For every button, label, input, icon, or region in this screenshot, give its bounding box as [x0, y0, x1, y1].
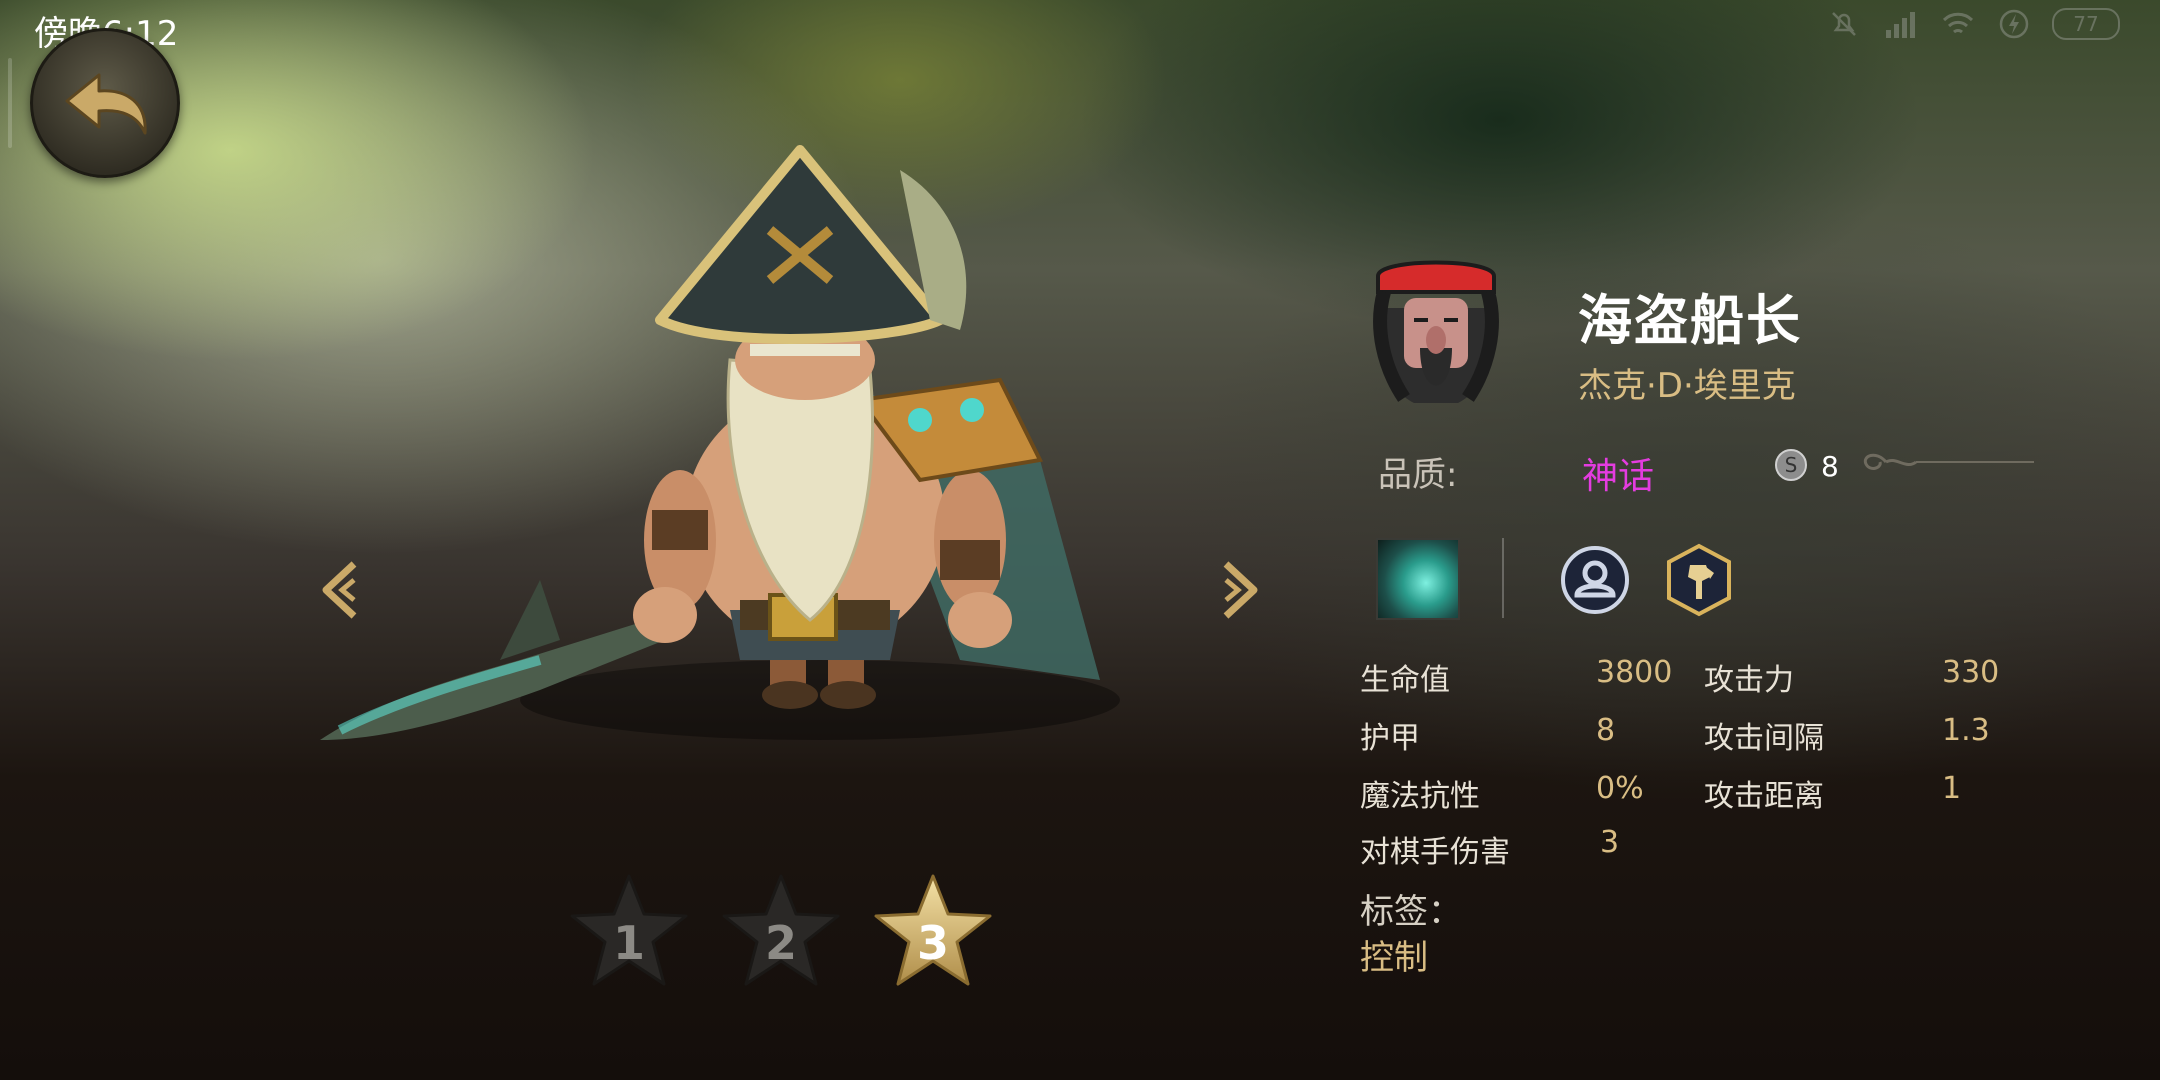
attack-range-label: 攻击距离 [1704, 779, 1824, 814]
quality-label: 品质: [1378, 455, 1458, 495]
back-arrow-icon [65, 73, 147, 135]
star-level-2-label: 2 [764, 916, 797, 970]
prev-hero-arrow[interactable] [318, 560, 362, 624]
attack-interval-value: 1.3 [1942, 713, 1990, 748]
wifi-icon [1942, 12, 1974, 34]
attack-range-value: 1 [1942, 771, 1962, 806]
status-icons: 77 [1828, 8, 2120, 40]
attack-value: 330 [1942, 655, 2000, 690]
signal-icon [1886, 12, 1915, 38]
chevron-right-icon [1223, 561, 1258, 619]
cost-value: 8 [1821, 450, 1839, 483]
ornament-divider-icon [1863, 453, 2034, 470]
mute-icon [1832, 12, 1856, 36]
warrior-trait-icon[interactable] [1666, 543, 1732, 617]
hero-subtitle: 杰克·D·埃里克 [1578, 366, 1796, 406]
icon-divider [1502, 538, 1504, 618]
battery-level: 77 [2073, 12, 2099, 36]
charging-icon [1999, 9, 2029, 39]
chevron-left-icon [322, 561, 357, 619]
hero-name: 海盗船长 [1578, 289, 1802, 352]
star-level-1-button[interactable]: 1 [568, 872, 690, 990]
coin-icon: S [1775, 449, 1807, 481]
magic-resist-label: 魔法抗性 [1360, 779, 1480, 814]
back-button[interactable] [30, 28, 180, 178]
player-damage-value: 3 [1600, 825, 1620, 860]
hero-model-image [320, 145, 1120, 740]
edge-handle [8, 58, 12, 148]
star-level-3-label: 3 [916, 916, 949, 970]
hp-value: 3800 [1596, 655, 1673, 690]
hp-label: 生命值 [1360, 663, 1450, 698]
tags-label: 标签： [1360, 892, 1462, 932]
star-level-2-button[interactable]: 2 [720, 872, 842, 990]
attack-label: 攻击力 [1704, 663, 1794, 698]
armor-label: 护甲 [1360, 721, 1420, 756]
svg-text:S: S [1785, 453, 1798, 477]
tags-value: 控制 [1360, 938, 1428, 978]
star-level-selector: 1 2 3 [568, 872, 994, 990]
hero-portrait [1373, 260, 1499, 403]
magic-resist-value: 0% [1596, 771, 1644, 806]
attack-interval-label: 攻击间隔 [1704, 721, 1824, 756]
armor-value: 8 [1596, 713, 1616, 748]
star-level-3-button[interactable]: 3 [872, 872, 994, 990]
battery-indicator: 77 [2052, 8, 2120, 40]
quality-value: 神话 [1582, 456, 1655, 497]
star-level-1-label: 1 [612, 916, 645, 970]
player-damage-label: 对棋手伤害 [1360, 835, 1510, 870]
next-hero-arrow[interactable] [1218, 560, 1262, 624]
skill-icon[interactable] [1376, 538, 1460, 620]
pirate-trait-icon[interactable] [1560, 545, 1630, 615]
